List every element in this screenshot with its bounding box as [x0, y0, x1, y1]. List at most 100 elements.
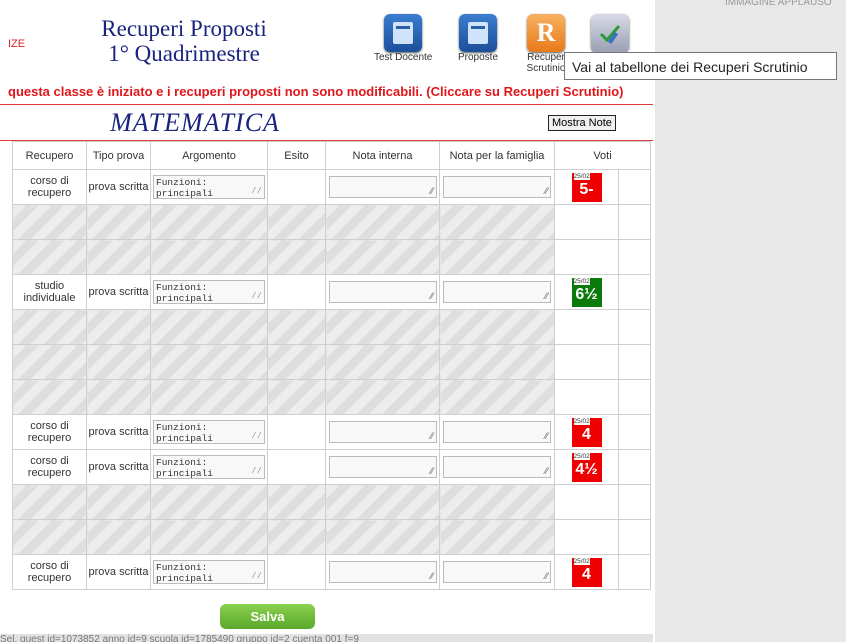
recupero-cell: corso di recupero — [12, 554, 87, 590]
salva-button[interactable]: Salva — [220, 604, 315, 629]
table-body: corso di recupero prova scritta Funzioni: … — [12, 169, 651, 590]
empty-cell — [325, 519, 440, 555]
argomento-textarea[interactable]: Funzioni: principali ⁄⁄ — [153, 560, 265, 584]
nota-interna-cell: ⁄⁄ — [325, 414, 440, 450]
table-row: corso di recupero prova scritta Funzioni: … — [12, 169, 651, 205]
recupero-cell: corso di recupero — [12, 414, 87, 450]
tabellone-button[interactable] — [591, 14, 629, 52]
argomento-textarea[interactable]: Funzioni: principali ⁄⁄ — [153, 420, 265, 444]
argomento-textarea[interactable]: Funzioni: principali ⁄⁄ — [153, 280, 265, 304]
spacer-cell — [618, 239, 651, 275]
proposte-label: Proposte — [458, 52, 499, 63]
column-header: Recupero — [12, 141, 87, 170]
empty-cell — [12, 204, 87, 240]
vote-badge: 25/02 4 — [571, 557, 602, 587]
nota-interna-textarea[interactable]: ⁄⁄ — [328, 281, 437, 303]
proposte-button[interactable]: Proposte — [458, 14, 498, 63]
spacer-cell — [618, 484, 651, 520]
empty-cell — [267, 379, 326, 415]
resize-grip-icon[interactable]: ⁄⁄ — [430, 431, 433, 441]
table-header-row: Recupero Tipo prova Argomento Esito Nota… — [12, 141, 651, 170]
esito-cell — [267, 169, 326, 205]
nota-interna-textarea[interactable]: ⁄⁄ — [328, 176, 437, 198]
empty-cell — [439, 239, 555, 275]
nota-interna-cell: ⁄⁄ — [325, 169, 440, 205]
header-fragment: IZE — [8, 38, 26, 50]
resize-grip-icon[interactable]: ⁄⁄ — [430, 466, 433, 476]
empty-cell — [86, 484, 151, 520]
column-header: Nota interna — [325, 141, 440, 170]
table-row: studio individuale prova scritta Funzioni:… — [12, 274, 651, 310]
recuperi-label-line1: Recuper — [527, 52, 565, 63]
resize-grip-icon[interactable]: ⁄⁄ — [251, 466, 262, 477]
vote-cell: 25/02 4½ — [554, 449, 619, 485]
vote-cell: 25/02 6½ — [554, 274, 619, 310]
resize-grip-icon[interactable]: ⁄⁄ — [545, 431, 548, 441]
test-docente-label: Test Docente — [374, 52, 433, 63]
empty-vote: - — [584, 250, 589, 264]
table-row: - — [12, 379, 651, 415]
empty-cell — [12, 484, 87, 520]
nota-interna-textarea[interactable]: ⁄⁄ — [328, 456, 437, 478]
resize-grip-icon[interactable]: ⁄⁄ — [251, 186, 262, 197]
resize-grip-icon[interactable]: ⁄⁄ — [430, 291, 433, 301]
resize-grip-icon[interactable]: ⁄⁄ — [545, 186, 548, 196]
empty-cell — [12, 344, 87, 380]
argomento-text: Funzioni: principali — [156, 422, 214, 444]
resize-grip-icon[interactable]: ⁄⁄ — [545, 466, 548, 476]
esito-cell — [267, 414, 326, 450]
mostra-note-button[interactable]: Mostra Note — [548, 115, 616, 131]
resize-grip-icon[interactable]: ⁄⁄ — [251, 571, 262, 582]
test-docente-button[interactable]: Test Docente — [374, 14, 432, 63]
empty-cell — [325, 204, 440, 240]
book-icon — [459, 14, 498, 52]
resize-grip-icon[interactable]: ⁄⁄ — [251, 431, 262, 442]
spacer-cell — [618, 449, 651, 485]
argomento-cell: Funzioni: principali ⁄⁄ — [150, 414, 268, 450]
tooltip: Vai al tabellone dei Recuperi Scrutinio — [564, 52, 837, 80]
nota-interna-textarea[interactable]: ⁄⁄ — [328, 561, 437, 583]
empty-vote: - — [584, 530, 589, 544]
vote-badge: 25/02 5- — [571, 172, 602, 202]
recupero-cell: corso di recupero — [12, 169, 87, 205]
empty-cell — [86, 519, 151, 555]
nota-famiglia-textarea[interactable]: ⁄⁄ — [443, 421, 551, 443]
nota-famiglia-textarea[interactable]: ⁄⁄ — [443, 561, 551, 583]
spacer-cell — [618, 309, 651, 345]
resize-grip-icon[interactable]: ⁄⁄ — [545, 291, 548, 301]
argomento-textarea[interactable]: Funzioni: principali ⁄⁄ — [153, 175, 265, 199]
nota-famiglia-cell: ⁄⁄ — [439, 274, 555, 310]
empty-cell — [267, 344, 326, 380]
resize-grip-icon[interactable]: ⁄⁄ — [545, 571, 548, 581]
nota-interna-textarea[interactable]: ⁄⁄ — [328, 421, 437, 443]
argomento-textarea[interactable]: Funzioni: principali ⁄⁄ — [153, 455, 265, 479]
resize-grip-icon[interactable]: ⁄⁄ — [251, 291, 262, 302]
table-row: corso di recupero prova scritta Funzioni: … — [12, 414, 651, 450]
empty-cell — [439, 519, 555, 555]
recuperi-label-line2: Scrutinio — [526, 63, 566, 74]
vote-cell: - — [554, 484, 619, 520]
vote-cell: 25/02 5- — [554, 169, 619, 205]
esito-cell — [267, 554, 326, 590]
resize-grip-icon[interactable]: ⁄⁄ — [430, 571, 433, 581]
vote-value: 6½ — [575, 285, 598, 303]
right-gray-area — [655, 0, 846, 642]
recuperi-scrutinio-button[interactable]: R Recuper Scrutinio — [525, 14, 567, 74]
vote-date: 25/02 — [573, 452, 590, 460]
vote-badge: 25/02 4½ — [571, 452, 602, 482]
empty-cell — [86, 204, 151, 240]
empty-vote: - — [584, 355, 589, 369]
vote-cell: - — [554, 239, 619, 275]
vote-cell: - — [554, 519, 619, 555]
empty-cell — [12, 519, 87, 555]
esito-cell — [267, 274, 326, 310]
nota-famiglia-textarea[interactable]: ⁄⁄ — [443, 456, 551, 478]
resize-grip-icon[interactable]: ⁄⁄ — [430, 186, 433, 196]
vote-cell: 25/02 4 — [554, 554, 619, 590]
nota-famiglia-textarea[interactable]: ⁄⁄ — [443, 176, 551, 198]
book-icon — [384, 14, 423, 52]
spacer-cell — [618, 204, 651, 240]
vote-date: 25/02 — [573, 557, 590, 565]
nota-interna-cell: ⁄⁄ — [325, 554, 440, 590]
nota-famiglia-textarea[interactable]: ⁄⁄ — [443, 281, 551, 303]
